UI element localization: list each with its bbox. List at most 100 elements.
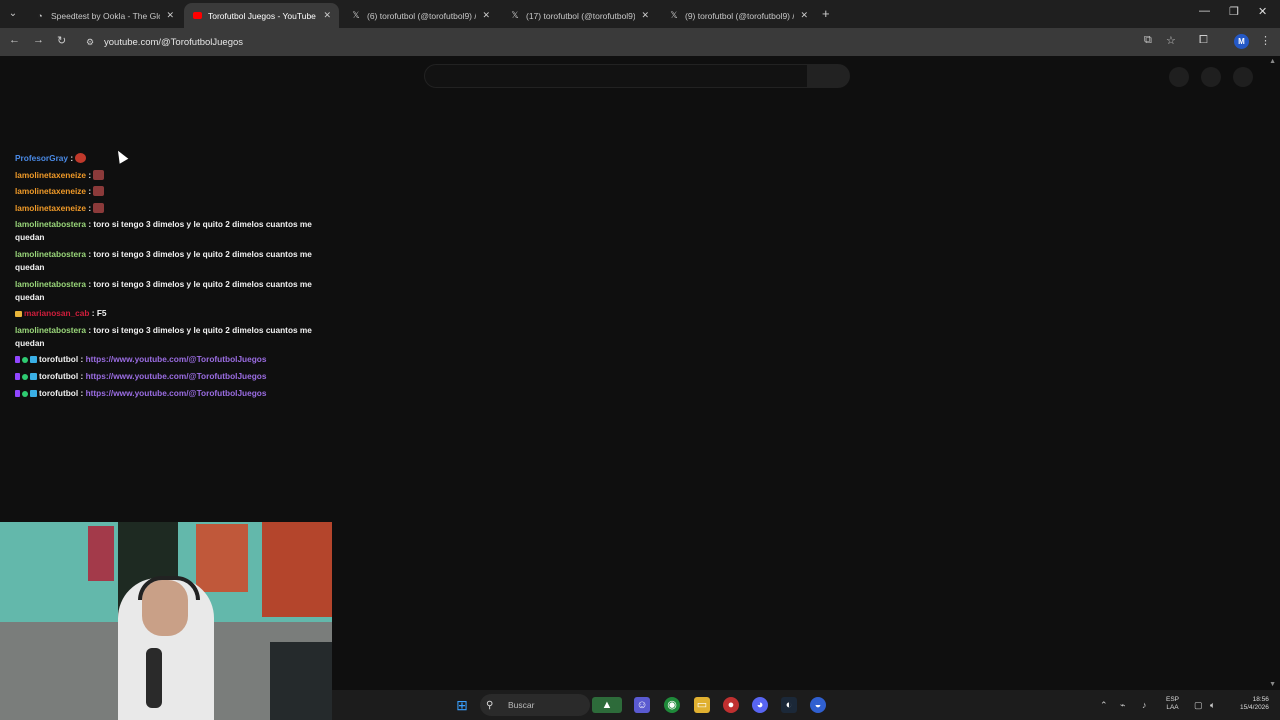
tab-title: Torofutbol Juegos - YouTube xyxy=(208,10,316,21)
lang-code: ESP xyxy=(1166,696,1180,703)
chat-separator: : xyxy=(78,370,84,381)
chat-username: torofutbol xyxy=(39,354,79,365)
install-app-icon[interactable]: ⧉ xyxy=(1144,34,1152,47)
ea-app-icon[interactable]: ◒ xyxy=(810,697,826,713)
chat-message: lamolinetabostera : toro si tengo 3 dime… xyxy=(15,278,325,304)
youtube-icon xyxy=(192,11,202,21)
tab-title: Speedtest by Ookla - The Glob xyxy=(51,10,161,21)
chat-username: lamolinetaxeneize xyxy=(15,169,87,180)
file-explorer-icon[interactable]: ▭ xyxy=(694,697,710,713)
webcam-overlay xyxy=(0,522,332,720)
mic-badge-icon xyxy=(15,356,20,364)
app-icon[interactable]: ● xyxy=(723,697,739,713)
chat-username: lamolinetabostera xyxy=(15,278,87,289)
x-icon: 𝕏 xyxy=(511,10,519,20)
close-tab-icon[interactable]: ✕ xyxy=(800,10,808,21)
create-icon-placeholder[interactable] xyxy=(1169,67,1189,87)
url-text: youtube.com/@TorofutbolJuegos xyxy=(104,36,244,48)
close-tab-icon[interactable]: ✕ xyxy=(166,10,174,21)
menu-icon[interactable]: ⋮ xyxy=(1260,34,1271,47)
tab-title: (9) torofutbol (@torofutbol9) / xyxy=(685,10,795,21)
address-bar[interactable]: ⚙ youtube.com/@TorofutbolJuegos xyxy=(80,31,1155,53)
verified-badge-icon xyxy=(22,373,28,380)
emote-icon xyxy=(75,153,87,163)
minimize-icon[interactable]: — xyxy=(1199,5,1210,17)
tab-x-3[interactable]: 𝕏 (9) torofutbol (@torofutbol9) / ✕ xyxy=(661,3,816,28)
windows-start-icon[interactable]: ⊞ xyxy=(454,697,470,713)
site-info-icon[interactable]: ⚙ xyxy=(86,37,100,48)
reload-icon[interactable]: ↻ xyxy=(57,34,66,47)
microphone-icon xyxy=(146,648,162,708)
scroll-down-arrow[interactable]: ▼ xyxy=(1269,681,1276,688)
tab-search-button[interactable]: ⌄ xyxy=(4,5,22,23)
speedtest-icon: ◔ xyxy=(37,10,43,21)
network-icon[interactable]: ⌁ xyxy=(1120,700,1125,711)
chat-username: torofutbol xyxy=(39,387,79,398)
chat-username: lamolinetabostera xyxy=(15,324,87,335)
clock-date: 15/4/2026 xyxy=(1240,704,1269,711)
profile-avatar[interactable]: M xyxy=(1234,34,1249,49)
chat-username: ProfesorGray xyxy=(15,153,69,163)
webcam-desk xyxy=(270,642,332,720)
widgets-icon[interactable]: ▲ xyxy=(592,697,622,713)
shield-badge-icon xyxy=(30,356,37,364)
close-tab-icon[interactable]: ✕ xyxy=(482,10,490,21)
display-icon[interactable]: ▢ xyxy=(1194,700,1203,711)
chat-message: lamolinetabostera : toro si tengo 3 dime… xyxy=(15,248,325,274)
chat-message: lamolinetabostera : toro si tengo 3 dime… xyxy=(15,324,325,350)
chrome-icon[interactable]: ◉ xyxy=(664,697,680,713)
show-hidden-icons[interactable]: ⌃ xyxy=(1100,700,1108,711)
chat-link[interactable]: https://www.youtube.com/@TorofutbolJuego… xyxy=(86,354,267,364)
chat-username: lamolinetaxeneize xyxy=(15,186,87,197)
x-icon: 𝕏 xyxy=(670,10,678,20)
taskbar-search[interactable]: ⚲ Buscar xyxy=(480,694,590,716)
emote-icon xyxy=(93,169,105,180)
emote-icon xyxy=(93,202,105,213)
search-button[interactable] xyxy=(808,64,850,88)
browser-tab-bar: ⌄ ◔ Speedtest by Ookla - The Glob ✕ Toro… xyxy=(0,0,1280,28)
new-tab-button[interactable]: + xyxy=(822,6,830,21)
search-input[interactable] xyxy=(424,64,808,88)
close-window-icon[interactable]: ✕ xyxy=(1258,5,1267,18)
chat-link[interactable]: https://www.youtube.com/@TorofutbolJuego… xyxy=(86,371,267,381)
chat-message: torofutbol : https://www.youtube.com/@To… xyxy=(15,387,325,400)
close-tab-icon[interactable]: ✕ xyxy=(641,10,649,21)
discord-icon[interactable]: ◕ xyxy=(752,697,768,713)
forward-icon[interactable]: → xyxy=(33,34,44,46)
tab-youtube[interactable]: Torofutbol Juegos - YouTube ✕ xyxy=(184,3,339,28)
chat-overlay: ProfesorGray : lamolinetaxeneize : lamol… xyxy=(15,152,325,403)
chat-username: lamolinetaxeneize xyxy=(15,202,87,213)
mic-badge-icon xyxy=(15,389,20,397)
chat-separator: : xyxy=(78,387,84,398)
extensions-icon[interactable]: ⧠ xyxy=(1199,34,1208,47)
chat-username: lamolinetabostera xyxy=(15,219,87,230)
tab-x-1[interactable]: 𝕏 (6) torofutbol (@torofutbol9) / ✕ xyxy=(343,3,498,28)
chat-username: marianosan_cab xyxy=(24,308,90,319)
verified-badge-icon xyxy=(22,390,28,397)
volume-icon[interactable]: 🔈︎ xyxy=(1210,700,1215,711)
back-icon[interactable]: ← xyxy=(9,34,20,46)
browser-toolbar: ← → ↻ ⚙ youtube.com/@TorofutbolJuegos ⧉ … xyxy=(0,28,1280,56)
search-icon: ⚲ xyxy=(486,699,494,711)
chat-message: lamolinetabostera : toro si tengo 3 dime… xyxy=(15,218,325,244)
account-avatar-placeholder[interactable] xyxy=(1233,67,1253,87)
bookmark-star-icon[interactable]: ☆ xyxy=(1166,34,1176,47)
close-tab-icon[interactable]: ✕ xyxy=(323,10,331,21)
chat-link[interactable]: https://www.youtube.com/@TorofutbolJuego… xyxy=(86,388,267,398)
language-indicator[interactable]: ESP LAA xyxy=(1166,696,1179,712)
restore-icon[interactable]: ❐ xyxy=(1229,5,1239,18)
steam-icon[interactable]: ◐ xyxy=(781,697,797,713)
tab-speedtest[interactable]: ◔ Speedtest by Ookla - The Glob ✕ xyxy=(27,3,182,28)
tab-x-2[interactable]: 𝕏 (17) torofutbol (@torofutbol9) / ✕ xyxy=(502,3,657,28)
lang-layout: LAA xyxy=(1166,704,1179,711)
chat-message: torofutbol : https://www.youtube.com/@To… xyxy=(15,370,325,383)
notifications-icon-placeholder[interactable] xyxy=(1201,67,1221,87)
mic-badge-icon xyxy=(15,372,20,380)
chat-message: ProfesorGray : xyxy=(15,152,325,165)
chat-username: torofutbol xyxy=(39,370,79,381)
microphone-tray-icon[interactable]: ♪ xyxy=(1142,700,1147,710)
scroll-up-arrow[interactable]: ▲ xyxy=(1269,58,1276,65)
system-clock[interactable]: 18:56 15/4/2026 xyxy=(1240,696,1269,712)
teams-icon[interactable]: ☺ xyxy=(634,697,650,713)
verified-badge-icon xyxy=(22,357,28,364)
